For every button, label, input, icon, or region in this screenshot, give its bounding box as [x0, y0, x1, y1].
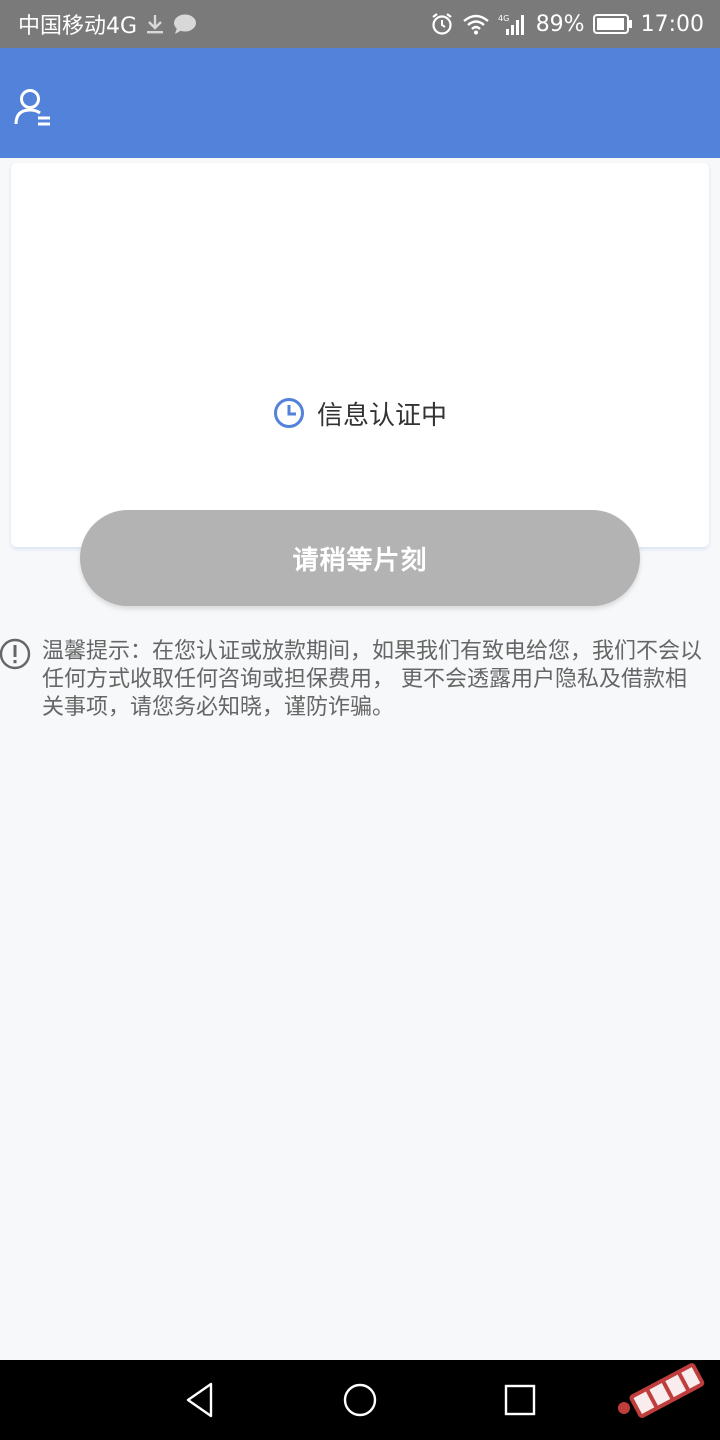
alarm-icon — [430, 12, 454, 36]
battery-percent: 89% — [535, 11, 585, 37]
watermark-logo — [618, 1363, 705, 1418]
clock-icon — [273, 398, 304, 428]
recent-square-icon — [504, 1384, 536, 1416]
status-bar-left: 中国移动4G — [18, 8, 197, 40]
status-card: 信息认证中 — [11, 163, 709, 547]
carrier-label: 中国移动4G — [18, 14, 138, 39]
warm-tip: 温馨提示：在您认证或放款期间，如果我们有致电给您，我们不会以任何方式收取任何咨询… — [0, 638, 720, 722]
app-bar — [0, 48, 720, 158]
nav-home-button[interactable] — [340, 1380, 380, 1420]
verify-status-text: 信息认证中 — [316, 400, 447, 431]
status-bar: 中国移动4G 4G 89% 17:00 — [0, 0, 720, 48]
wifi-icon — [462, 13, 490, 35]
user-menu-button[interactable] — [12, 86, 54, 128]
nav-back-button[interactable] — [180, 1380, 220, 1420]
wait-button[interactable]: 请稍等片刻 — [80, 510, 640, 606]
nav-recent-button[interactable] — [500, 1380, 540, 1420]
battery-icon — [592, 13, 633, 35]
verify-status: 信息认证中 — [11, 393, 709, 433]
svg-text:4G: 4G — [498, 14, 509, 23]
warm-tip-text: 温馨提示：在您认证或放款期间，如果我们有致电给您，我们不会以任何方式收取任何咨询… — [42, 639, 703, 720]
status-bar-right: 4G 89% 17:00 — [430, 12, 704, 37]
user-menu-icon — [14, 89, 50, 126]
home-circle-icon — [343, 1383, 377, 1417]
signal-icon: 4G — [498, 12, 528, 36]
chat-bubble-icon — [173, 13, 197, 35]
exclamation-circle-icon — [0, 638, 31, 670]
download-icon — [145, 13, 165, 35]
clock-time: 17:00 — [640, 11, 704, 37]
back-triangle-icon — [186, 1382, 213, 1418]
